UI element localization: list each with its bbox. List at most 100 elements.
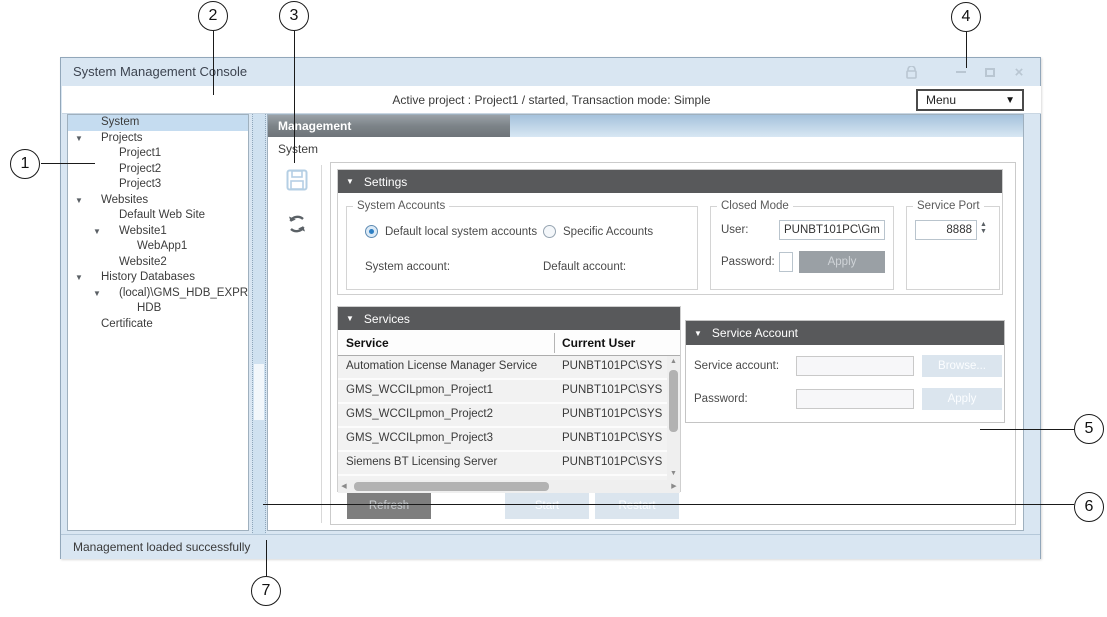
tree-item[interactable]: ▼ History Databases xyxy=(68,270,248,286)
tree-item[interactable]: Project1 xyxy=(68,146,248,162)
toolbar-divider xyxy=(321,165,322,523)
maximize-icon[interactable] xyxy=(979,63,1001,81)
menu-dropdown[interactable]: Menu ▼ xyxy=(916,89,1024,111)
tree-item[interactable]: Certificate xyxy=(68,317,248,333)
expander-icon[interactable]: ▼ xyxy=(75,193,83,209)
tree-item-label: History Databases xyxy=(101,270,195,286)
tree-item[interactable]: ▼(local)\GMS_HDB_EXPRESS xyxy=(68,286,248,302)
tree-item-label: Websites xyxy=(101,193,148,209)
callout-number-3: 3 xyxy=(279,1,309,31)
cell-service: Automation License Manager Service xyxy=(346,360,537,372)
tree-item-label: Default Web Site xyxy=(119,208,205,224)
callout-line-5 xyxy=(980,429,1074,431)
sa-apply-button[interactable]: Apply xyxy=(922,388,1002,410)
title-bar: System Management Console × xyxy=(61,58,1040,86)
table-row[interactable]: GMS_WCCILpmon_Project1PUNBT101PC\SYS xyxy=(338,380,667,404)
splitter-handle[interactable] xyxy=(252,114,266,541)
tree-item-label: Project1 xyxy=(119,146,161,162)
horizontal-scrollbar[interactable]: ◀ ▶ xyxy=(338,480,680,493)
tree-item[interactable]: WebApp1 xyxy=(68,239,248,255)
callout-line-1 xyxy=(41,163,95,165)
sa-password-label: Password: xyxy=(694,393,748,405)
col-current-user[interactable]: Current User xyxy=(562,336,635,350)
spinner-up-icon[interactable]: ▲ xyxy=(980,221,987,228)
tree-item-label: Projects xyxy=(101,131,143,147)
callout-line-4 xyxy=(966,32,968,68)
scroll-right-icon[interactable]: ▶ xyxy=(668,480,680,493)
save-icon[interactable] xyxy=(284,167,310,193)
tree-item[interactable]: ▼ Projects xyxy=(68,131,248,147)
callout-number-4: 4 xyxy=(951,2,981,32)
tree-item-label: Website1 xyxy=(119,224,167,240)
expander-icon[interactable]: ▼ xyxy=(93,224,101,240)
column-divider xyxy=(554,333,555,353)
expander-icon[interactable]: ▼ xyxy=(93,286,101,302)
vertical-scrollbar[interactable]: ▲ ▼ xyxy=(667,356,680,480)
callout-line-2 xyxy=(213,31,215,95)
collapse-triangle-icon: ▼ xyxy=(694,329,702,338)
restart-button[interactable]: Restart xyxy=(595,493,679,519)
refresh-icon[interactable] xyxy=(284,211,310,237)
col-service[interactable]: Service xyxy=(346,336,389,350)
tree-item[interactable]: ▼ Website1 xyxy=(68,224,248,240)
callout-line-6 xyxy=(263,504,1074,506)
user-input[interactable]: PUNBT101PC\Gm xyxy=(779,220,885,240)
tab-management[interactable]: Management xyxy=(268,115,510,137)
services-header[interactable]: ▼ Services xyxy=(338,307,680,330)
scroll-thumb[interactable] xyxy=(354,482,549,491)
expander-icon[interactable]: ▼ xyxy=(75,131,83,147)
management-content: ▼ Settings System Accounts Default local… xyxy=(330,162,1016,525)
collapse-triangle-icon: ▼ xyxy=(346,177,354,186)
refresh-button[interactable]: Refresh xyxy=(347,493,431,519)
scroll-left-icon[interactable]: ◀ xyxy=(338,480,350,493)
smc-window: System Management Console × Active proje… xyxy=(60,57,1041,559)
table-row[interactable]: Automation License Manager ServicePUNBT1… xyxy=(338,356,667,380)
radio-specific-accounts[interactable] xyxy=(543,225,556,238)
callout-number-7: 7 xyxy=(251,576,281,606)
service-port-input[interactable]: 8888 xyxy=(915,220,977,240)
service-port-group: Service Port 8888 ▲ ▼ xyxy=(906,206,1000,290)
tree-item[interactable]: Project3 xyxy=(68,177,248,193)
start-button[interactable]: Start xyxy=(505,493,589,519)
service-account-input[interactable] xyxy=(796,356,914,376)
cell-current-user: PUNBT101PC\SYS xyxy=(562,456,662,468)
callout-line-7 xyxy=(266,540,268,576)
callout-number-2: 2 xyxy=(198,1,228,31)
tree-item[interactable]: HDB xyxy=(68,301,248,317)
scroll-down-icon[interactable]: ▼ xyxy=(667,468,680,480)
password-input[interactable] xyxy=(779,252,793,272)
table-row[interactable]: GMS_WCCILpmon_Project3PUNBT101PC\SYS xyxy=(338,428,667,452)
table-row[interactable]: Siemens BT Licensing ServerPUNBT101PC\SY… xyxy=(338,452,667,476)
tree-item-label: Project3 xyxy=(119,177,161,193)
service-account-header[interactable]: ▼ Service Account xyxy=(686,321,1004,345)
system-accounts-group: System Accounts Default local system acc… xyxy=(346,206,698,290)
scroll-up-icon[interactable]: ▲ xyxy=(667,356,680,368)
sa-password-input[interactable] xyxy=(796,389,914,409)
system-account-label: System account: xyxy=(365,261,450,273)
tree-item[interactable]: Default Web Site xyxy=(68,208,248,224)
lock-icon[interactable] xyxy=(900,63,922,81)
minimize-icon[interactable] xyxy=(950,63,972,81)
tree-item-label: HDB xyxy=(137,301,161,317)
close-icon[interactable]: × xyxy=(1008,63,1030,81)
scroll-thumb[interactable] xyxy=(669,370,678,432)
management-pane: Management System ▼ Settings System xyxy=(267,114,1024,531)
service-account-section: ▼ Service Account Service account: Brows… xyxy=(685,320,1005,423)
table-row[interactable]: GMS_WCCILpmon_Project2PUNBT101PC\SYS xyxy=(338,404,667,428)
tree-item-label: System xyxy=(101,115,139,131)
closed-mode-apply-button[interactable]: Apply xyxy=(799,251,885,273)
tree-item[interactable]: Website2 xyxy=(68,255,248,271)
tree-item-label: Website2 xyxy=(119,255,167,271)
tree-item[interactable]: Project2 xyxy=(68,162,248,178)
radio-default-local-accounts[interactable] xyxy=(365,225,378,238)
spinner-down-icon[interactable]: ▼ xyxy=(980,228,987,235)
browse-button[interactable]: Browse... xyxy=(922,355,1002,377)
status-text: Management loaded successfully xyxy=(73,540,250,554)
service-account-header-label: Service Account xyxy=(712,326,798,340)
cell-service: GMS_WCCILpmon_Project3 xyxy=(346,432,493,444)
tree-item[interactable]: ▼ Websites xyxy=(68,193,248,209)
expander-icon[interactable]: ▼ xyxy=(75,270,83,286)
settings-header[interactable]: ▼ Settings xyxy=(338,170,1002,193)
menu-label: Menu xyxy=(926,93,1005,107)
tree-item[interactable]: System xyxy=(68,115,248,131)
